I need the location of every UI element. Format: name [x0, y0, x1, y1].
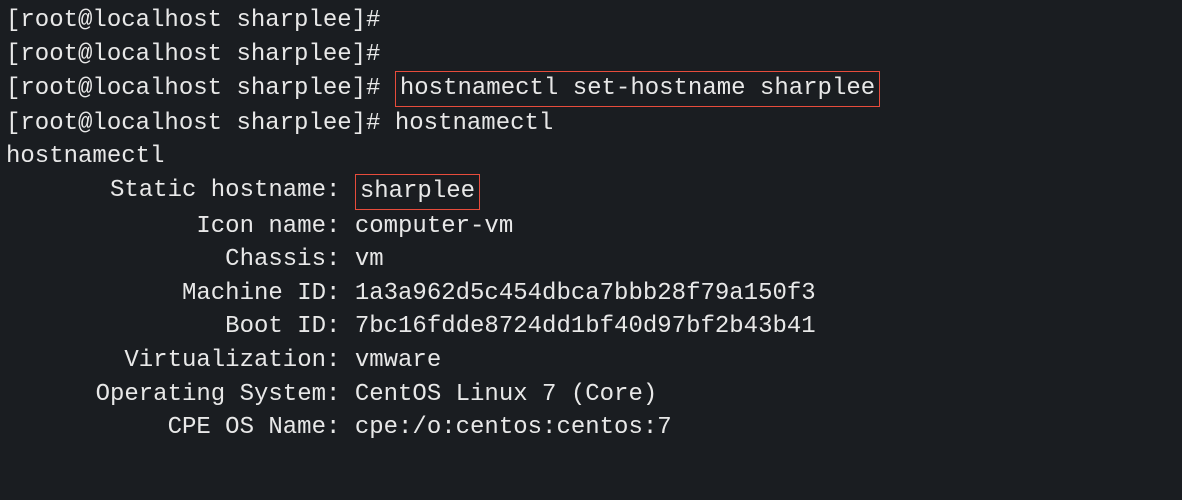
output-value: vm	[355, 243, 384, 277]
output-label: Operating System	[6, 378, 326, 412]
output-row-operating-system: Operating System: CentOS Linux 7 (Core)	[6, 378, 1176, 412]
prompt-line-1: [root@localhost sharplee]#	[6, 4, 1176, 38]
shell-prompt: [root@localhost sharplee]#	[6, 41, 395, 68]
output-row-chassis: Chassis: vm	[6, 243, 1176, 277]
output-echo-line: hostnamectl	[6, 140, 1176, 174]
output-value: vmware	[355, 344, 441, 378]
terminal[interactable]: [root@localhost sharplee]# [root@localho…	[6, 4, 1176, 445]
shell-prompt: [root@localhost sharplee]#	[6, 75, 395, 102]
shell-prompt: [root@localhost sharplee]#	[6, 110, 395, 137]
prompt-line-3: [root@localhost sharplee]# hostnamectl s…	[6, 71, 1176, 107]
command-highlighted: hostnamectl set-hostname sharplee	[395, 71, 880, 107]
output-value: 1a3a962d5c454dbca7bbb28f79a150f3	[355, 277, 816, 311]
output-value: cpe:/o:centos:centos:7	[355, 411, 672, 445]
output-label: Chassis	[6, 243, 326, 277]
output-row-cpe-os-name: CPE OS Name: cpe:/o:centos:centos:7	[6, 411, 1176, 445]
output-row-virtualization: Virtualization: vmware	[6, 344, 1176, 378]
output-row-static-hostname: Static hostname: sharplee	[6, 174, 1176, 210]
output-separator: :	[326, 310, 355, 344]
output-echo: hostnamectl	[6, 143, 164, 170]
output-separator: :	[326, 210, 355, 244]
output-row-machine-id: Machine ID: 1a3a962d5c454dbca7bbb28f79a1…	[6, 277, 1176, 311]
output-row-boot-id: Boot ID: 7bc16fdde8724dd1bf40d97bf2b43b4…	[6, 310, 1176, 344]
output-separator: :	[326, 378, 355, 412]
output-separator: :	[326, 277, 355, 311]
command-text: hostnamectl	[395, 110, 553, 137]
output-row-icon-name: Icon name: computer-vm	[6, 210, 1176, 244]
prompt-line-2: [root@localhost sharplee]#	[6, 38, 1176, 72]
output-separator: :	[326, 344, 355, 378]
output-label: Boot ID	[6, 310, 326, 344]
output-separator: :	[326, 174, 355, 210]
output-label: Icon name	[6, 210, 326, 244]
output-value: 7bc16fdde8724dd1bf40d97bf2b43b41	[355, 310, 816, 344]
output-separator: :	[326, 243, 355, 277]
output-separator: :	[326, 411, 355, 445]
output-value: computer-vm	[355, 210, 513, 244]
shell-prompt: [root@localhost sharplee]#	[6, 7, 395, 34]
output-value-highlighted: sharplee	[355, 174, 480, 210]
output-label: CPE OS Name	[6, 411, 326, 445]
output-value: CentOS Linux 7 (Core)	[355, 378, 657, 412]
output-label: Machine ID	[6, 277, 326, 311]
output-label: Virtualization	[6, 344, 326, 378]
output-label: Static hostname	[6, 174, 326, 210]
prompt-line-4: [root@localhost sharplee]# hostnamectl	[6, 107, 1176, 141]
